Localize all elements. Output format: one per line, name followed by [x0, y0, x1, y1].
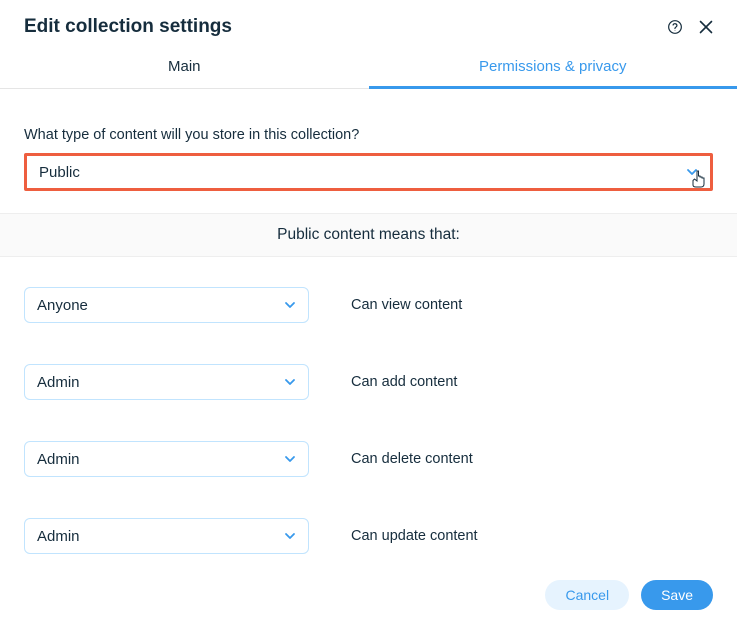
content-type-value: Public	[39, 164, 80, 181]
content-type-select[interactable]: Public	[27, 156, 710, 188]
permission-row-update: Admin Can update content	[24, 518, 713, 554]
dialog-footer: Cancel Save	[545, 580, 713, 610]
permission-select-view[interactable]: Anyone	[24, 287, 309, 323]
permission-label-add: Can add content	[351, 374, 457, 390]
close-icon[interactable]	[699, 20, 713, 34]
permission-label-delete: Can delete content	[351, 451, 473, 467]
cancel-button[interactable]: Cancel	[545, 580, 629, 610]
info-banner: Public content means that:	[0, 213, 737, 257]
permission-select-add[interactable]: Admin	[24, 364, 309, 400]
permission-select-delete[interactable]: Admin	[24, 441, 309, 477]
tab-content: What type of content will you store in t…	[0, 89, 737, 257]
chevron-down-icon	[284, 453, 296, 465]
dialog-title: Edit collection settings	[24, 16, 232, 38]
permission-select-update[interactable]: Admin	[24, 518, 309, 554]
tab-main[interactable]: Main	[0, 46, 369, 88]
chevron-down-icon	[686, 166, 698, 178]
content-type-select-highlight: Public	[24, 153, 713, 191]
tabs: Main Permissions & privacy	[0, 46, 737, 89]
chevron-down-icon	[284, 530, 296, 542]
permission-row-add: Admin Can add content	[24, 364, 713, 400]
permission-select-value: Admin	[37, 528, 80, 545]
chevron-down-icon	[284, 299, 296, 311]
permission-row-view: Anyone Can view content	[24, 287, 713, 323]
permission-select-value: Admin	[37, 451, 80, 468]
content-type-label: What type of content will you store in t…	[24, 127, 713, 143]
permission-label-update: Can update content	[351, 528, 478, 544]
permission-label-view: Can view content	[351, 297, 462, 313]
permission-select-value: Anyone	[37, 297, 88, 314]
save-button[interactable]: Save	[641, 580, 713, 610]
help-icon[interactable]	[667, 19, 683, 35]
permissions-list: Anyone Can view content Admin Can add co…	[0, 257, 737, 554]
dialog-header: Edit collection settings	[0, 0, 737, 42]
permission-row-delete: Admin Can delete content	[24, 441, 713, 477]
chevron-down-icon	[284, 376, 296, 388]
header-actions	[667, 19, 713, 35]
permission-select-value: Admin	[37, 374, 80, 391]
tab-permissions[interactable]: Permissions & privacy	[369, 46, 737, 88]
